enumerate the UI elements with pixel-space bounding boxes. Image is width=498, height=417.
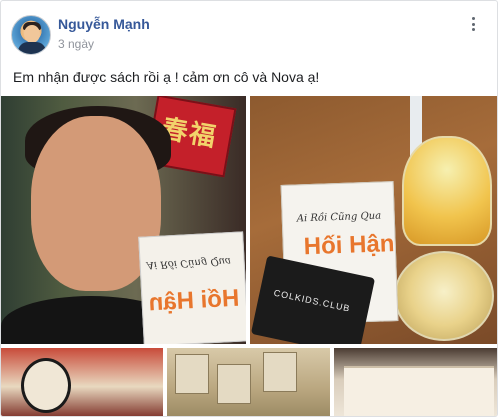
post-photo-4[interactable] (167, 348, 330, 416)
book-main-title: Hối Hận (303, 230, 395, 261)
avatar-shirt (18, 42, 46, 54)
more-options-icon[interactable] (465, 15, 481, 33)
wall-poster (263, 352, 297, 392)
timestamp-text[interactable]: 3 ngày (58, 37, 94, 51)
drink-glass (402, 136, 492, 246)
book-title: Ai Rồi Cũng Qua (296, 210, 382, 225)
notebook-page (344, 366, 494, 416)
mural-face (21, 358, 71, 413)
post-photo-5[interactable] (334, 348, 497, 416)
avatar-face (24, 25, 40, 43)
post-header: Nguyễn Mạnh 3 ngày (11, 13, 489, 57)
pouch-label: COLKIDS.CLUB (272, 287, 352, 314)
post-timestamp[interactable]: 3 ngày (58, 37, 94, 51)
drink-glass (394, 251, 494, 341)
dot (471, 22, 475, 26)
dot (471, 28, 475, 31)
post-photo-2[interactable]: Ai Rồi Cũng Qua Hối Hận COLKIDS.CLUB (250, 96, 497, 344)
book-main-title: Hối Hận (147, 284, 240, 317)
dot (471, 17, 475, 20)
wall-poster (217, 364, 251, 404)
book-cover: Ai Rồi Cũng Qua Hối Hận (138, 231, 246, 344)
post-card: Nguyễn Mạnh 3 ngày Em nhận được sách rồi… (0, 0, 498, 417)
wall-poster (175, 354, 209, 394)
post-photo-1[interactable]: 春福 Ai Rồi Cũng Qua Hối Hận (1, 96, 246, 344)
book-title: Ai Rồi Cũng Qua (146, 255, 232, 271)
author-name-link[interactable]: Nguyễn Mạnh (58, 16, 150, 32)
post-photo-3[interactable] (1, 348, 163, 416)
avatar[interactable] (11, 15, 51, 55)
post-message: Em nhận được sách rồi ạ ! cảm ơn cô và N… (13, 69, 320, 85)
